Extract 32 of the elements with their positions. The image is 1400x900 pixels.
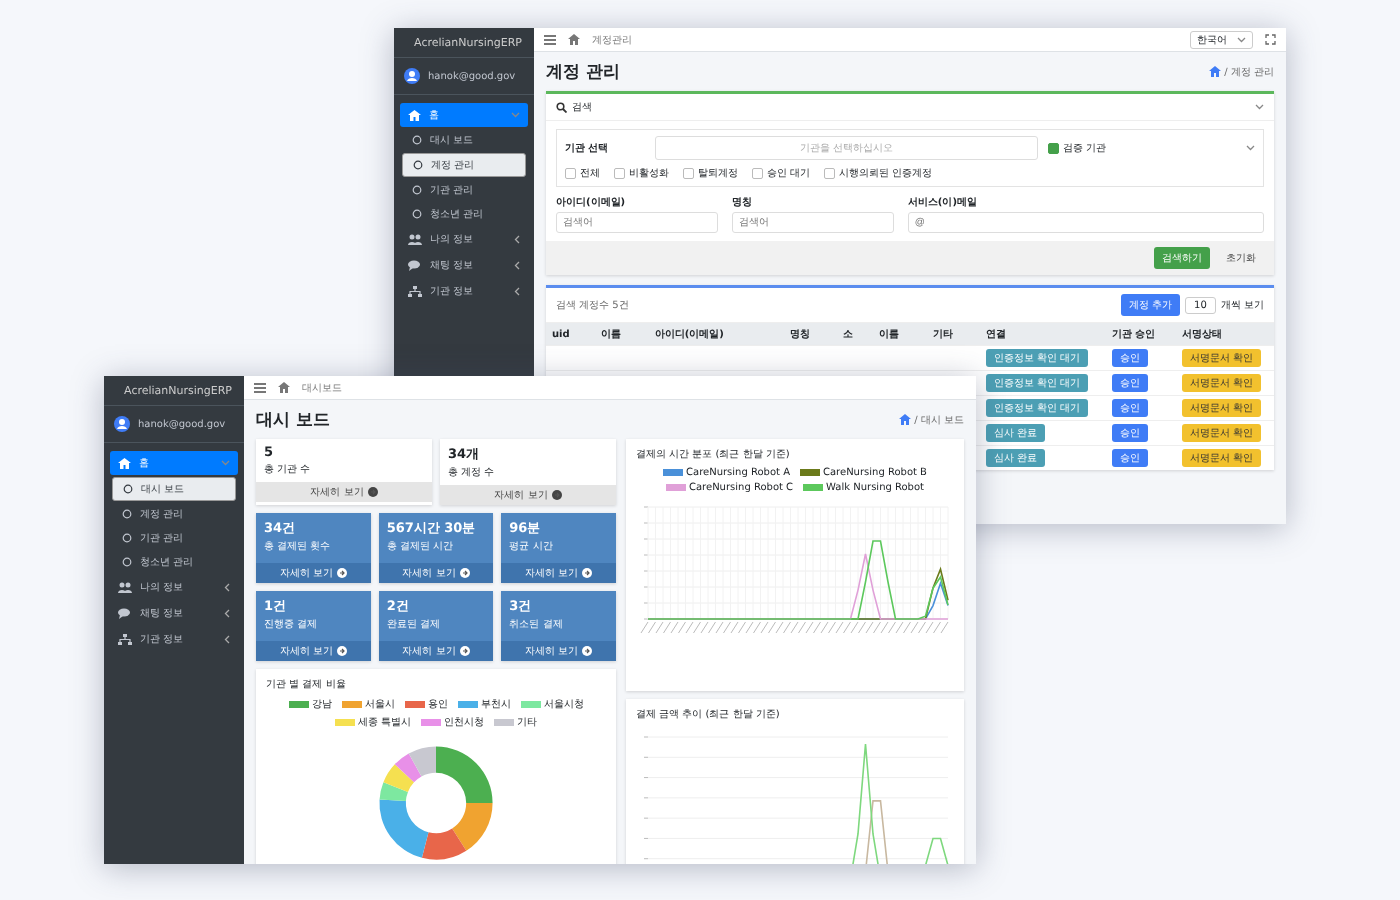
chevron-icon — [224, 608, 230, 618]
chevron-icon — [1237, 36, 1246, 43]
chat-icon — [118, 607, 132, 619]
chevron-icon — [514, 286, 520, 296]
menu-icon[interactable] — [254, 382, 266, 393]
home-icon[interactable] — [278, 382, 290, 393]
chevron-icon — [514, 234, 520, 244]
chevron-icon — [1246, 145, 1255, 151]
chevron-icon — [221, 460, 230, 466]
home-icon[interactable] — [568, 34, 580, 45]
page-title: 대시 보드 — [256, 408, 332, 431]
avatar-icon — [404, 68, 420, 84]
users-icon — [408, 233, 422, 245]
home-icon[interactable] — [899, 414, 912, 425]
chevron-icon — [514, 260, 520, 270]
chat-icon — [408, 259, 422, 271]
home-icon — [118, 457, 131, 469]
avatar-icon — [114, 416, 130, 432]
donut-slice — [383, 764, 414, 792]
chevron-icon — [1255, 104, 1264, 110]
home-icon[interactable] — [1209, 66, 1222, 77]
chevron-icon — [224, 582, 230, 592]
page-title: 계정 관리 — [546, 60, 622, 83]
users-icon — [118, 581, 132, 593]
sitemap-icon — [118, 633, 132, 645]
search-icon — [556, 101, 567, 113]
chevron-icon — [224, 634, 230, 644]
chevron-icon — [511, 112, 520, 118]
menu-icon[interactable] — [544, 34, 556, 45]
expand-icon[interactable] — [1265, 34, 1276, 45]
sitemap-icon — [408, 285, 422, 297]
home-icon — [408, 109, 421, 121]
